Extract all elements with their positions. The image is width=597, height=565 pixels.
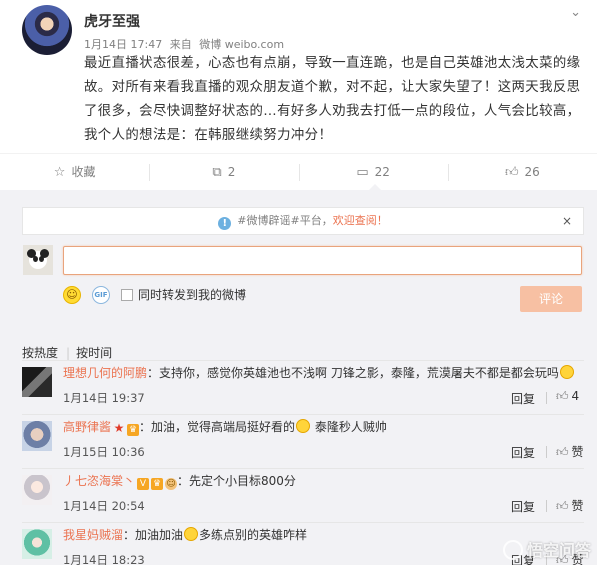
reply-button[interactable]: 回复 — [511, 390, 535, 407]
repost-checkbox-label[interactable]: 同时转发到我的微博 — [138, 286, 246, 304]
like-button[interactable]: 👍︎ 26 — [447, 154, 597, 191]
comment-row: 丿七恣海棠丶 V ♛ ☺：先定个小目标800分 1月14日 20:54 回复 👍︎ 赞 — [22, 470, 584, 523]
divider — [22, 360, 584, 361]
comment-date: 1月14日 18:23 — [63, 553, 145, 565]
action-bar: ☆ 收藏 ⧉ 2 ▭ 22 👍︎ 26 — [0, 153, 597, 191]
comment-body: 丿七恣海棠丶 V ♛ ☺：先定个小目标800分 — [63, 472, 296, 490]
laugh-emoji-icon — [559, 365, 574, 379]
comment-row: 我星妈贼溜：加油加油 多练点别的英雄咋样 1月14日 18:23 回复 👍︎ 赞 — [22, 524, 584, 565]
repost-checkbox[interactable] — [121, 289, 133, 301]
thumbs-up-icon: 👍︎ — [556, 499, 569, 513]
watermark-logo-icon — [502, 540, 523, 560]
thumbs-up-icon: 👍︎ — [504, 164, 519, 180]
comment-text: ：加油，觉得高端局挺好看的 — [139, 420, 296, 434]
medal-badge-icon: ☺ — [165, 478, 178, 490]
star-icon: ☆ — [53, 164, 66, 180]
watermark: 悟空问答 — [502, 537, 591, 561]
comment-text-tail: 泰隆秒人贼帅 — [311, 420, 387, 434]
like-count: 26 — [524, 164, 540, 179]
rumor-notice: ! #微博辟谣#平台，欢迎查阅！ × — [22, 207, 584, 235]
repost-icon: ⧉ — [212, 164, 222, 180]
commenter-name[interactable]: 我星妈贼溜 — [63, 528, 123, 542]
star-badge-icon: ★ — [113, 421, 125, 435]
commenter-name[interactable]: 高野律酱 — [63, 420, 111, 434]
vip-badge-icon: ♛ — [151, 478, 164, 490]
comment-like-label: 赞 — [571, 445, 584, 459]
author-avatar[interactable] — [22, 5, 72, 55]
comment-like-button[interactable]: 👍︎ 4 — [556, 389, 579, 404]
comment-date: 1月14日 20:54 — [63, 499, 145, 513]
post-meta: 1月14日 17:47 来自 微博 weibo.com — [84, 36, 288, 52]
commenter-avatar[interactable] — [22, 529, 52, 559]
comment-like-button[interactable]: 👍︎ 赞 — [556, 497, 584, 514]
my-avatar — [23, 245, 53, 275]
submit-comment-button[interactable]: 评论 — [520, 286, 582, 312]
reply-button[interactable]: 回复 — [511, 444, 535, 461]
comment-body: 高野律酱 ★ ♛ ：加油，觉得高端局挺好看的 泰隆秒人贼帅 — [63, 418, 387, 436]
commenter-name[interactable]: 理想几何的阿鹏 — [63, 366, 147, 380]
favorite-button[interactable]: ☆ 收藏 — [0, 154, 149, 191]
weibo-post: 虎牙至强 ⌄ 1月14日 17:47 来自 微博 weibo.com 最近直播状… — [0, 0, 597, 153]
author-name[interactable]: 虎牙至强 — [84, 11, 140, 31]
commenter-avatar[interactable] — [22, 475, 52, 505]
chevron-down-icon[interactable]: ⌄ — [570, 5, 581, 20]
post-content: 最近直播状态很差，心态也有点崩，导致一直连跪，也是自己英雄池太浅太菜的缘故。对所… — [84, 56, 581, 143]
sort-hot-tab[interactable]: 按热度 — [22, 346, 58, 360]
repost-count: 2 — [227, 164, 236, 179]
comment-body: 理想几何的阿鹏：支持你，感觉你英雄池也不浅啊 刀锋之影，泰隆，荒漠屠夫不都是都会… — [63, 364, 575, 382]
vip-badge-icon: ♛ — [127, 424, 140, 436]
gif-icon[interactable]: GIF — [92, 286, 110, 304]
post-source[interactable]: 微博 weibo.com — [199, 38, 284, 51]
comment-row: 理想几何的阿鹏：支持你，感觉你英雄池也不浅啊 刀锋之影，泰隆，荒漠屠夫不都是都会… — [22, 362, 584, 415]
laugh-emoji-icon — [184, 527, 199, 541]
comment-icon: ▭ — [356, 164, 369, 180]
comment-text-tail: 多练点别的英雄咋样 — [199, 528, 308, 542]
emoji-icon[interactable]: ☺ — [63, 286, 81, 304]
verified-badge-icon: V — [137, 478, 150, 490]
sort-time-tab[interactable]: 按时间 — [76, 346, 112, 360]
comment-body: 我星妈贼溜：加油加油 多练点别的英雄咋样 — [63, 526, 307, 544]
comment-input[interactable] — [63, 246, 582, 275]
commenter-name[interactable]: 丿七恣海棠丶 — [63, 474, 135, 488]
smile-emoji-icon — [296, 419, 311, 433]
comment-like-label: 赞 — [571, 499, 584, 513]
comment-text: ：加油加油 — [123, 528, 184, 542]
comment-text: ：先定个小目标800分 — [177, 474, 296, 488]
sort-tabs: 按热度 | 按时间 — [22, 346, 113, 360]
comment-like-count: 4 — [571, 389, 580, 403]
repost-button[interactable]: ⧉ 2 — [149, 154, 298, 191]
thumbs-up-icon: 👍︎ — [556, 445, 569, 459]
notice-link[interactable]: 欢迎查阅！ — [333, 214, 388, 227]
comment-panel: ! #微博辟谣#平台，欢迎查阅！ × ☺ GIF 同时转发到我的微博 评论 按热度… — [0, 190, 597, 565]
close-icon[interactable]: × — [562, 208, 572, 234]
comment-date: 1月15日 10:36 — [63, 445, 145, 459]
info-icon: ! — [218, 217, 232, 230]
favorite-label: 收藏 — [71, 164, 96, 179]
commenter-avatar[interactable] — [22, 367, 52, 397]
comment-text: ：支持你，感觉你英雄池也不浅啊 刀锋之影，泰隆，荒漠屠夫不都是都会玩吗 — [147, 366, 559, 380]
post-date[interactable]: 1月14日 17:47 — [84, 38, 162, 51]
comment-count: 22 — [374, 164, 390, 179]
comment-like-button[interactable]: 👍︎ 赞 — [556, 443, 584, 460]
post-source-prefix: 来自 — [169, 38, 192, 51]
reply-button[interactable]: 回复 — [511, 498, 535, 515]
watermark-text: 悟空问答 — [526, 541, 591, 560]
thumbs-up-icon: 👍︎ — [556, 389, 569, 403]
comment-date: 1月14日 19:37 — [63, 391, 145, 405]
commenter-avatar[interactable] — [22, 421, 52, 451]
notice-tag[interactable]: #微博辟谣#平台， — [237, 214, 332, 227]
comment-row: 高野律酱 ★ ♛ ：加油，觉得高端局挺好看的 泰隆秒人贼帅 1月15日 10:36 回… — [22, 416, 584, 469]
